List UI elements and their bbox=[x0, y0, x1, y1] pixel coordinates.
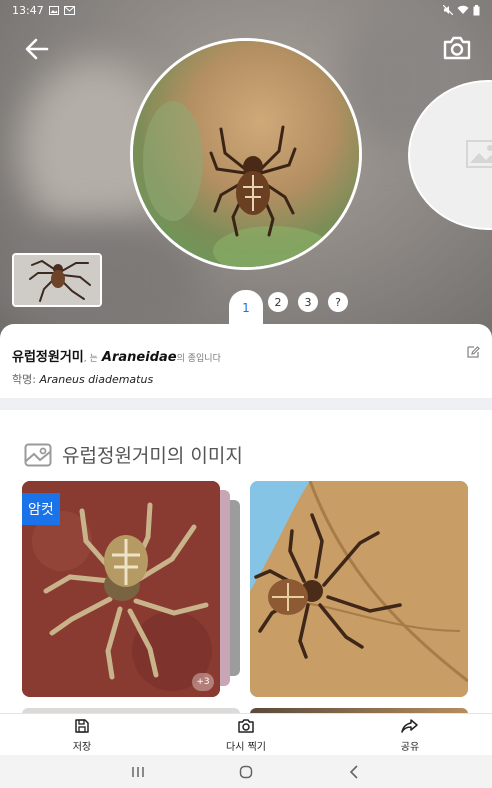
gallery-notification-icon bbox=[48, 5, 59, 15]
share-button[interactable]: 공유 bbox=[392, 718, 428, 753]
species-summary: 유럽정원거미, 는 Araneidae의 종입니다 bbox=[12, 346, 221, 365]
scientific-name-label: 학명: bbox=[12, 373, 36, 386]
identified-photo[interactable] bbox=[130, 38, 362, 270]
page-tab-2[interactable]: 2 bbox=[268, 292, 288, 312]
image-gallery-icon bbox=[24, 443, 52, 466]
species-family[interactable]: Araneidae bbox=[102, 350, 177, 365]
camera-icon bbox=[443, 36, 471, 60]
page-tab-3[interactable]: 3 bbox=[298, 292, 318, 312]
home-icon bbox=[239, 765, 253, 779]
species-family-suffix: 의 종입니다 bbox=[176, 354, 221, 364]
more-images-count[interactable]: +3 bbox=[192, 673, 214, 691]
camera-icon bbox=[238, 719, 254, 733]
species-common-name: 유럽정원거미 bbox=[12, 350, 84, 365]
species-info-panel: 유럽정원거미, 는 Araneidae의 종입니다 학명: Araneus di… bbox=[0, 324, 492, 398]
arrow-left-icon bbox=[25, 38, 49, 60]
scientific-name-row: 학명: Araneus diadematus bbox=[12, 371, 153, 387]
chevron-left-icon bbox=[349, 765, 358, 779]
mail-notification-icon bbox=[63, 5, 75, 15]
status-time: 13:47 bbox=[12, 3, 44, 17]
save-label: 저장 bbox=[72, 742, 92, 753]
wifi-icon bbox=[457, 5, 469, 14]
page-tab-1-label: 1 bbox=[242, 301, 250, 315]
page-tab-help[interactable]: ? bbox=[328, 292, 348, 312]
battery-icon bbox=[473, 4, 480, 15]
retake-button[interactable]: 다시 찍기 bbox=[214, 718, 278, 753]
spider-leaf-image bbox=[250, 481, 468, 697]
status-bar: 13:47 bbox=[0, 0, 492, 20]
captured-thumbnail[interactable] bbox=[12, 253, 102, 307]
image-placeholder-icon bbox=[466, 140, 492, 168]
scientific-name: Araneus diadematus bbox=[39, 373, 154, 386]
spider-photo-image bbox=[133, 41, 359, 267]
recent-apps-icon bbox=[132, 767, 144, 777]
mute-icon bbox=[443, 5, 453, 15]
save-button[interactable]: 저장 bbox=[64, 718, 100, 753]
save-icon bbox=[75, 719, 89, 733]
recent-apps-button[interactable] bbox=[127, 763, 149, 781]
home-button[interactable] bbox=[235, 763, 257, 781]
section-divider bbox=[0, 398, 492, 410]
species-image-card[interactable] bbox=[250, 481, 468, 697]
retake-label: 다시 찍기 bbox=[226, 742, 266, 753]
share-label: 공유 bbox=[400, 742, 420, 753]
species-connector: , 는 bbox=[83, 354, 98, 364]
spider-thumbnail-image bbox=[14, 255, 100, 305]
images-section-title: 유럽정원거미의 이미지 bbox=[62, 445, 243, 467]
share-icon bbox=[401, 719, 418, 733]
page-selector: 2 3 ? bbox=[268, 292, 348, 312]
images-section-header: 유럽정원거미의 이미지 bbox=[24, 441, 243, 468]
back-button[interactable] bbox=[20, 32, 54, 66]
system-back-button[interactable] bbox=[343, 763, 365, 781]
screen: 13:47 1 2 3 ? 유럽정원거미, 는 Araneidae의 종입니다 … bbox=[0, 0, 492, 788]
edit-icon bbox=[467, 346, 480, 358]
female-badge: 암컷 bbox=[22, 493, 60, 525]
system-navigation-bar bbox=[0, 755, 492, 788]
edit-button[interactable] bbox=[466, 344, 482, 360]
bottom-action-bar: 저장 다시 찍기 공유 bbox=[0, 713, 492, 755]
camera-button[interactable] bbox=[438, 30, 476, 66]
